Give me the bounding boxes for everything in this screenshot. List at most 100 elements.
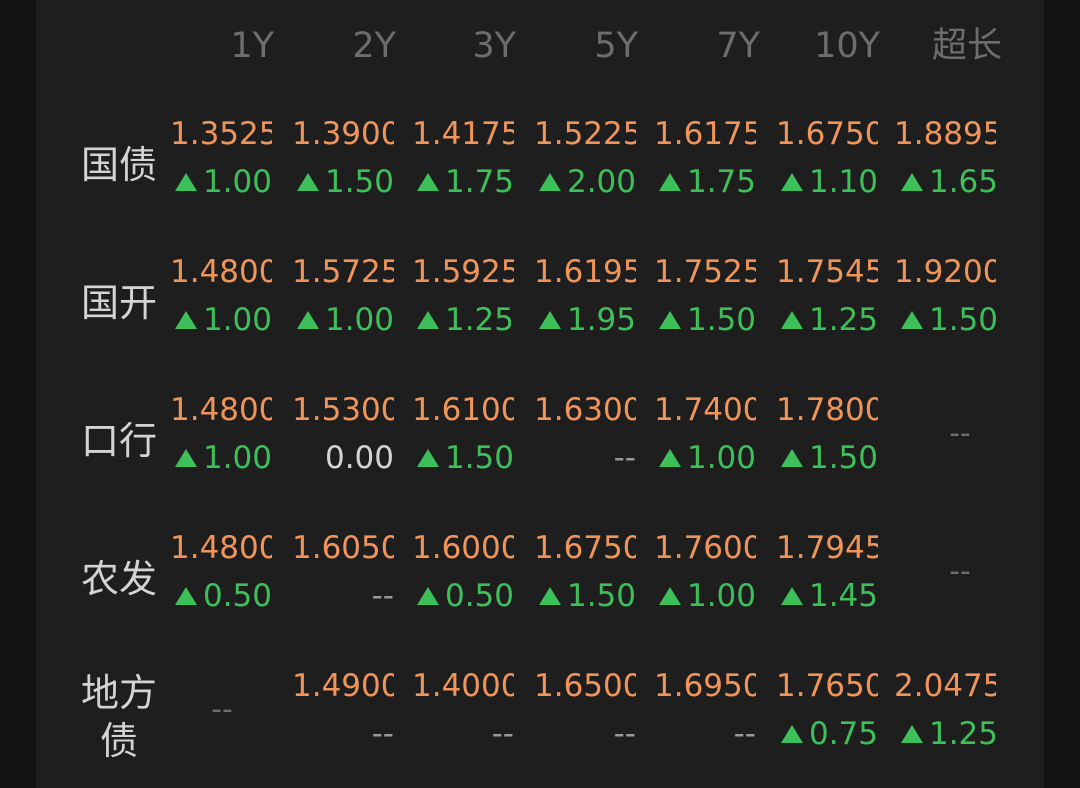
rate-value-ultra-long[interactable]: 1.8895 — [894, 110, 996, 158]
rate-value-3y[interactable]: 1.4175 — [412, 110, 514, 158]
change-value-7y: 1.75 — [648, 158, 756, 206]
change-text: 1.50 — [324, 164, 394, 200]
change-text: 1.45 — [808, 578, 878, 614]
rate-value-10y[interactable]: 1.6750 — [776, 110, 878, 158]
row-label: 国债 — [80, 143, 157, 187]
rate-value-1y[interactable]: 1.4800 — [170, 524, 272, 572]
rate-value-3y[interactable]: 1.6100 — [412, 386, 514, 434]
change-text: -- — [491, 716, 514, 752]
change-value-10y: 1.45 — [770, 572, 878, 620]
rate-value-2y[interactable]: 1.6050 — [292, 524, 394, 572]
rate-value-7y[interactable]: 1.7400 — [654, 386, 756, 434]
rate-value-10y[interactable]: 1.7545 — [776, 248, 878, 296]
rate-value-3y[interactable]: 1.5925 — [412, 248, 514, 296]
up-triangle-icon — [658, 449, 681, 467]
up-triangle-icon — [538, 173, 561, 191]
rate-value-3y[interactable]: 1.4000 — [412, 662, 514, 710]
change-text: 1.95 — [566, 302, 636, 338]
rate-value-1y[interactable]: 1.4800 — [170, 386, 272, 434]
change-value-1y: 1.00 — [164, 296, 272, 344]
up-triangle-icon — [538, 587, 561, 605]
rate-value-2y[interactable]: 1.5725 — [292, 248, 394, 296]
up-triangle-icon — [416, 449, 439, 467]
change-value-10y: 1.25 — [770, 296, 878, 344]
tenor-header-row: 1Y 2Y 3Y 5Y 7Y 10Y 超长 — [36, 18, 1044, 74]
yield-row-difangzhai[interactable]: 地方债 -- 1.4900 -- 1.4000 -- 1.6500 -- 1.6950 -- 1.7… — [36, 662, 1044, 772]
yield-panel: 1Y 2Y 3Y 5Y 7Y 10Y 超长 国债 1.3525 1.00 1.3900… — [36, 0, 1044, 788]
rate-value-7y[interactable]: 1.7600 — [654, 524, 756, 572]
up-triangle-icon — [658, 173, 681, 191]
yield-row-guokai[interactable]: 国开 1.4800 1.00 1.5725 1.00 1.5925 1.25 1.6195 1.… — [36, 248, 1044, 358]
change-text: 1.00 — [686, 440, 756, 476]
yield-row-nongfa[interactable]: 农发 1.4800 0.50 1.6050 -- 1.6000 0.50 1.6750 1.50… — [36, 524, 1044, 634]
rate-value-5y[interactable]: 1.6500 — [534, 662, 636, 710]
change-text: -- — [371, 716, 394, 752]
empty-cell-ultra-long: -- — [949, 416, 971, 451]
tenor-header-3y[interactable]: 3Y — [412, 18, 516, 74]
change-value-3y: 0.50 — [406, 572, 514, 620]
rate-value-5y[interactable]: 1.5225 — [534, 110, 636, 158]
tenor-header-10y[interactable]: 10Y — [776, 18, 880, 74]
change-text: 1.00 — [202, 440, 272, 476]
rate-value-3y[interactable]: 1.6000 — [412, 524, 514, 572]
change-value-10y: 0.75 — [770, 710, 878, 758]
up-triangle-icon — [174, 173, 197, 191]
change-text: 0.50 — [202, 578, 272, 614]
rate-value-ultra-long[interactable]: 2.0475 — [894, 662, 996, 710]
up-triangle-icon — [296, 173, 319, 191]
row-label: 国开 — [80, 281, 157, 325]
tenor-header-1y[interactable]: 1Y — [170, 18, 274, 74]
change-text: -- — [613, 716, 636, 752]
tenor-header-2y[interactable]: 2Y — [292, 18, 396, 74]
up-triangle-icon — [900, 173, 923, 191]
tenor-header-7y[interactable]: 7Y — [656, 18, 760, 74]
rate-value-10y[interactable]: 1.7945 — [776, 524, 878, 572]
tenor-header-ultra-long[interactable]: 超长 — [898, 18, 1002, 74]
rate-value-ultra-long[interactable]: 1.9200 — [894, 248, 996, 296]
change-text: 1.50 — [928, 302, 998, 338]
change-text: -- — [733, 716, 756, 752]
change-text: 1.50 — [444, 440, 514, 476]
change-text: 1.50 — [566, 578, 636, 614]
change-value-3y: -- — [406, 710, 514, 758]
rate-value-10y[interactable]: 1.7800 — [776, 386, 878, 434]
change-text: 1.25 — [808, 302, 878, 338]
up-triangle-icon — [416, 587, 439, 605]
change-text: 0.00 — [324, 440, 394, 476]
rate-value-2y[interactable]: 1.3900 — [292, 110, 394, 158]
yield-row-kouhang[interactable]: 口行 1.4800 1.00 1.5300 0.00 1.6100 1.50 1.6300 --… — [36, 386, 1044, 496]
change-value-10y: 1.50 — [770, 434, 878, 482]
change-value-1y: 1.00 — [164, 434, 272, 482]
change-text: 0.50 — [444, 578, 514, 614]
rate-value-5y[interactable]: 1.6195 — [534, 248, 636, 296]
rate-value-1y[interactable]: 1.4800 — [170, 248, 272, 296]
yield-row-guozhai[interactable]: 国债 1.3525 1.00 1.3900 1.50 1.4175 1.75 1.5225 2.… — [36, 110, 1044, 220]
tenor-header-5y[interactable]: 5Y — [534, 18, 638, 74]
change-text: 1.25 — [444, 302, 514, 338]
rate-value-10y[interactable]: 1.7650 — [776, 662, 878, 710]
change-value-5y: 2.00 — [528, 158, 636, 206]
rate-value-1y[interactable]: 1.3525 — [170, 110, 272, 158]
change-value-2y: 1.50 — [286, 158, 394, 206]
rate-value-7y[interactable]: 1.6950 — [654, 662, 756, 710]
rate-value-2y[interactable]: 1.5300 — [292, 386, 394, 434]
empty-cell-ultra-long: -- — [949, 554, 971, 589]
change-value-5y: -- — [528, 710, 636, 758]
up-triangle-icon — [174, 587, 197, 605]
change-value-5y: 1.50 — [528, 572, 636, 620]
change-value-7y: 1.00 — [648, 434, 756, 482]
rate-value-5y[interactable]: 1.6750 — [534, 524, 636, 572]
rate-value-7y[interactable]: 1.7525 — [654, 248, 756, 296]
up-triangle-icon — [900, 311, 923, 329]
rate-value-5y[interactable]: 1.6300 — [534, 386, 636, 434]
rate-value-7y[interactable]: 1.6175 — [654, 110, 756, 158]
up-triangle-icon — [174, 311, 197, 329]
empty-cell-1y: -- — [211, 692, 233, 727]
rate-value-2y[interactable]: 1.4900 — [292, 662, 394, 710]
change-value-ultra-long: 1.65 — [890, 158, 998, 206]
up-triangle-icon — [780, 173, 803, 191]
change-text: 1.00 — [202, 302, 272, 338]
change-value-ultra-long: 1.25 — [890, 710, 998, 758]
change-value-2y: -- — [286, 710, 394, 758]
change-value-7y: 1.00 — [648, 572, 756, 620]
